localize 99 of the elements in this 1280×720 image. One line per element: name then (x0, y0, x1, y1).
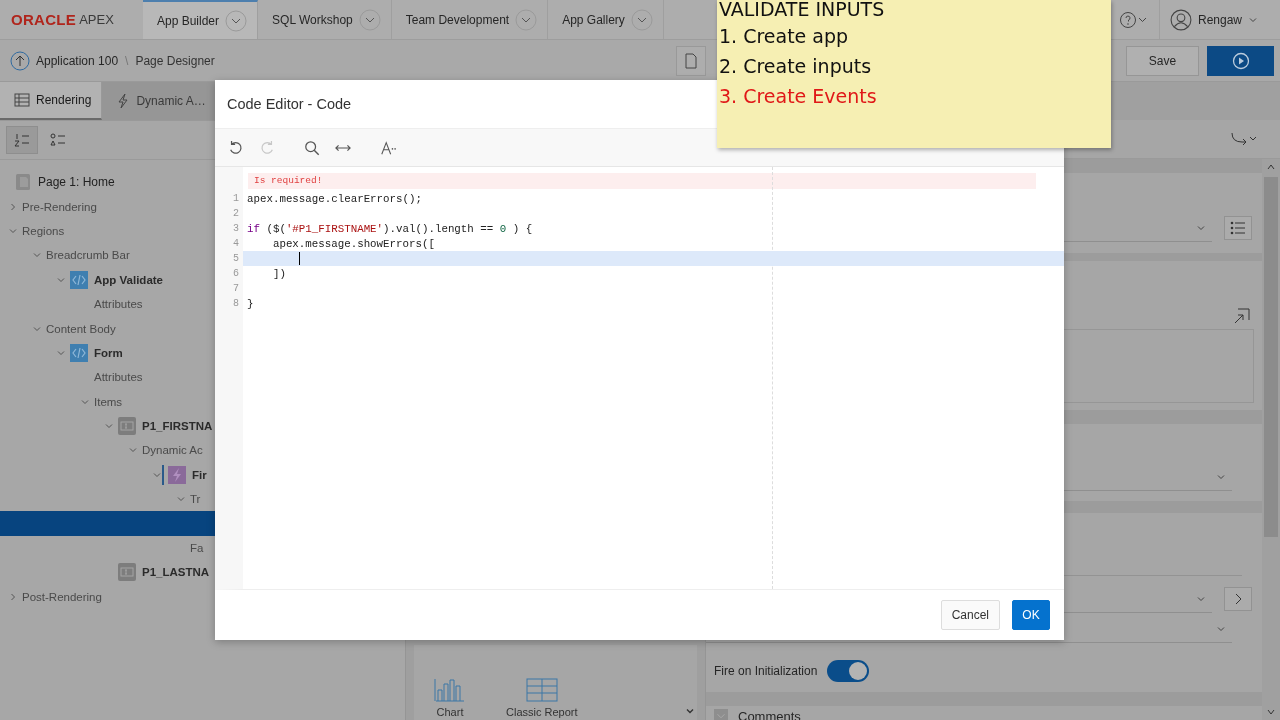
cancel-button[interactable]: Cancel (940, 600, 1000, 630)
text-field-icon (118, 417, 136, 436)
toggle-switch[interactable] (827, 660, 870, 682)
tree-item-label: Form (94, 346, 123, 359)
nav-tab-label: App Builder (157, 13, 220, 28)
page-icon[interactable] (685, 52, 697, 69)
bar-chart-icon[interactable] (434, 678, 466, 702)
shapes-list-icon[interactable] (50, 133, 66, 147)
caret-icon[interactable] (685, 706, 695, 716)
scrollbar[interactable] (1262, 159, 1280, 720)
code-line: } (246, 297, 254, 310)
nav-tab[interactable]: Team Development (391, 0, 549, 39)
panel-tab[interactable]: Rendering (0, 82, 103, 120)
nav-tab-label: App Gallery (562, 12, 625, 27)
error-message: Is required! (248, 173, 1036, 189)
line-number: 7 (232, 283, 239, 294)
tree-row[interactable]: Post-Rendering (0, 584, 405, 610)
note-step: 1. Create app (719, 21, 1111, 51)
tree-item-label: P1_LASTNA (142, 566, 210, 579)
tree-item-label: P1_FIRSTNA (142, 420, 213, 433)
code-icon (70, 343, 88, 362)
gallery-item[interactable]: Chart (434, 678, 466, 720)
tree-row[interactable]: Dynamic Ac (0, 438, 405, 463)
note-step: 2. Create inputs (719, 51, 1111, 81)
tree-item-label: Page 1: Home (38, 175, 115, 190)
tree-item-label: Content Body (46, 322, 116, 335)
lightning-icon (168, 465, 186, 484)
tree-row[interactable]: P1_FIRSTNA (0, 413, 405, 439)
table-icon[interactable] (14, 93, 30, 107)
line-number: 2 (232, 208, 239, 219)
tree-row[interactable]: Content Body (0, 316, 405, 341)
code-line: apex.message.showErrors([ (271, 237, 435, 250)
save-button[interactable]: Save (1126, 45, 1199, 76)
scroll-up-icon[interactable] (1266, 163, 1276, 171)
line-number: 3 (232, 223, 239, 234)
tree-row[interactable]: Form (0, 340, 405, 366)
arrow-menu-icon[interactable] (1230, 131, 1258, 147)
line-number: 6 (232, 268, 239, 279)
nav-tab-label: Team Development (405, 12, 510, 27)
breadcrumb-link[interactable]: Application 100 (36, 53, 119, 68)
help-icon[interactable] (1119, 10, 1149, 29)
search-icon[interactable] (304, 139, 320, 156)
code-line: ]) (271, 267, 286, 280)
tree-item-label: Post-Rendering (22, 590, 102, 603)
numbered-list-icon[interactable] (14, 133, 30, 147)
line-number: 8 (232, 298, 239, 309)
tree-item-label: Breadcrumb Bar (46, 249, 130, 262)
panel-tab[interactable]: Dynamic A… (102, 82, 217, 120)
line-number: 4 (232, 238, 239, 249)
breadcrumb-separator: \ (125, 53, 129, 68)
numbered-list-button[interactable] (6, 126, 38, 154)
nav-tab[interactable]: App Builder (143, 0, 259, 39)
nav-tab[interactable]: SQL Workshop (258, 0, 392, 39)
tree-item-label: Regions (22, 224, 65, 237)
nav-tab[interactable]: App Gallery (548, 0, 664, 39)
ok-button[interactable]: OK (1012, 600, 1050, 630)
code-line: apex.message.clearErrors(); (246, 192, 422, 205)
expand-icon[interactable] (1234, 308, 1250, 324)
lightning-icon[interactable] (116, 93, 131, 109)
list-icon[interactable] (1230, 221, 1246, 235)
tree-item-label: App Validate (94, 273, 164, 286)
text-cursor (299, 252, 300, 265)
tree-item-label: Fir (192, 468, 207, 481)
page-button[interactable] (676, 45, 706, 76)
user-avatar-icon[interactable] (1170, 8, 1192, 31)
code-line: if ($('#P1_FIRSTNAME').val().length == 0 ) { (246, 222, 533, 235)
section-title[interactable]: Comments (738, 708, 801, 720)
chevron-right-icon[interactable] (1233, 593, 1243, 605)
tree-item-label: Fa (190, 542, 204, 555)
scroll-down-icon[interactable] (1266, 708, 1276, 716)
field-label: Fire on Initialization (714, 664, 818, 678)
note-step: 3. Create Events (719, 81, 1111, 111)
table-icon[interactable] (525, 678, 558, 702)
run-button[interactable] (1207, 45, 1274, 76)
undo-icon[interactable] (228, 139, 244, 156)
tree-item-label: Tr (190, 493, 201, 506)
font-size-icon[interactable] (380, 139, 396, 156)
collapse-icon[interactable] (714, 709, 728, 720)
page-icon (14, 173, 32, 192)
gallery-item[interactable]: Classic Report (506, 678, 578, 720)
note-title: VALIDATE INPUTS (719, 0, 886, 21)
breadcrumb-current: Page Designer (135, 53, 215, 68)
tree-row[interactable]: Fir (0, 462, 405, 488)
play-icon[interactable] (1231, 51, 1250, 70)
text-field-icon (118, 563, 136, 582)
line-number: 5 (232, 253, 239, 264)
app-logo[interactable]: ORACLE APEX (0, 0, 143, 39)
tree-item-label: Dynamic Ac (142, 444, 203, 457)
tree-item-label: Attributes (94, 371, 143, 384)
nav-tab-label: SQL Workshop (272, 12, 353, 27)
tree-row[interactable]: Items (0, 389, 405, 414)
code-icon (70, 270, 88, 289)
tree-item-label: Items (94, 395, 123, 408)
tree-item-label: Pre-Rendering (22, 200, 97, 213)
dialog-title: Code Editor - Code (227, 95, 352, 114)
tree-row[interactable]: P1_LASTNA (0, 560, 405, 585)
tree-row[interactable]: Tr (0, 487, 405, 512)
line-number: 1 (232, 193, 239, 204)
user-name[interactable]: Rengaw (1198, 12, 1243, 27)
